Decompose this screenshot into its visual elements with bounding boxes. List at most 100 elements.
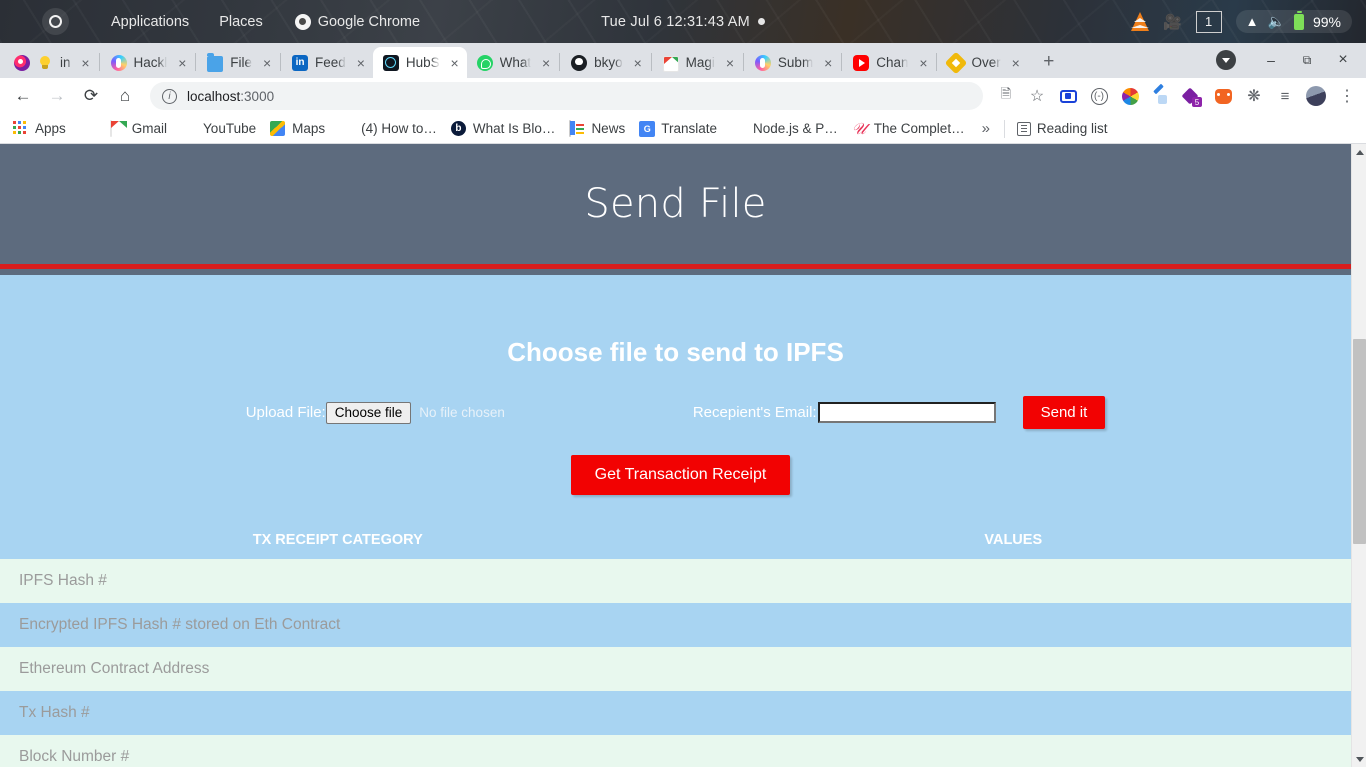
browser-tab[interactable]: Hackl ×	[101, 47, 195, 78]
browser-tab[interactable]: File ×	[197, 47, 279, 78]
bookmark-item[interactable]	[73, 117, 103, 141]
purple-diamond-icon[interactable]	[1181, 85, 1203, 107]
no-file-chosen-text: No file chosen	[419, 405, 505, 420]
vlc-cone-icon[interactable]	[1130, 12, 1149, 31]
screencast-camera-icon[interactable]: 🎥	[1163, 13, 1182, 31]
bookmark-label: What Is Blo…	[472, 120, 556, 136]
new-tab-button[interactable]: +	[1035, 48, 1063, 76]
reload-icon[interactable]: ⟳	[76, 81, 106, 111]
bookmark-item[interactable]: (4) How to…	[332, 117, 444, 141]
tx-category-cell: Ethereum Contract Address	[19, 660, 210, 677]
tab-close-icon[interactable]: ×	[914, 54, 932, 72]
puzzle-extensions-icon[interactable]: ❋	[1243, 85, 1265, 107]
tab-close-icon[interactable]: ×	[819, 54, 837, 72]
os-top-bar: Applications Places Google Chrome Tue Ju…	[0, 0, 1366, 43]
file-input-control[interactable]: Choose file No file chosen	[325, 401, 505, 424]
tab-close-icon[interactable]: ×	[352, 54, 370, 72]
page-title: Send File	[584, 181, 767, 227]
tab-separator	[559, 53, 561, 71]
star-icon[interactable]: ☆	[1026, 85, 1048, 107]
tab-close-icon[interactable]: ×	[1007, 54, 1025, 72]
bookmark-item[interactable]: 𝒰 The Complet…	[845, 117, 972, 141]
recipient-email-input[interactable]	[817, 402, 996, 423]
tab-close-icon[interactable]: ×	[446, 54, 464, 72]
close-window-button[interactable]: ×	[1326, 46, 1360, 74]
media-list-icon[interactable]: ≡	[1274, 85, 1296, 107]
tab-close-icon[interactable]: ×	[629, 54, 647, 72]
status-menu[interactable]: ▲ 🔈 99%	[1235, 10, 1352, 33]
address-bar[interactable]: i localhost:3000	[150, 82, 983, 110]
bookmark-item[interactable]: Apps	[6, 117, 73, 141]
tx-value-cell	[676, 603, 1352, 647]
bookmark-item[interactable]: News	[562, 117, 632, 141]
download-chip-icon[interactable]	[1216, 50, 1236, 70]
avatar[interactable]	[1305, 85, 1327, 107]
tab-separator	[742, 53, 744, 71]
gmail-icon	[662, 55, 679, 72]
browser-tab[interactable]: in ×	[4, 47, 98, 78]
three-dot-menu-icon[interactable]: ⋮	[1336, 85, 1358, 107]
bookmark-label: YouTube	[203, 120, 257, 136]
back-arrow-icon[interactable]: ←	[8, 81, 38, 111]
tx-category-cell: IPFS Hash #	[19, 572, 107, 589]
bookmark-item[interactable]: Maps	[263, 117, 332, 141]
tab-title: Hackl	[133, 55, 168, 70]
bookmark-label: Node.js & P…	[752, 120, 838, 136]
translate-icon[interactable]: 🗎	[995, 85, 1017, 107]
metamask-fox-icon[interactable]	[1212, 85, 1234, 107]
browser-tab[interactable]: HubS ×	[372, 47, 467, 78]
bookmark-item[interactable]: YouTube	[174, 117, 263, 141]
tab-separator	[280, 53, 282, 71]
reading-list-button[interactable]: Reading list	[1009, 121, 1116, 136]
maximize-button[interactable]: ⧉	[1290, 46, 1324, 74]
bookmark-item[interactable]: b What Is Blo…	[444, 117, 563, 141]
tab-close-icon[interactable]: ×	[537, 54, 555, 72]
udemy-icon: 𝒰	[851, 120, 867, 138]
send-it-button[interactable]: Send it	[1022, 396, 1106, 429]
bookmark-item[interactable]: Node.js & P…	[724, 117, 845, 141]
tab-separator	[936, 53, 938, 71]
browser-tab[interactable]: bkyo ×	[561, 47, 650, 78]
hero-banner: Send File	[0, 144, 1351, 269]
forward-arrow-icon[interactable]: →	[42, 81, 72, 111]
browser-tab[interactable]: in Feed ×	[282, 47, 373, 78]
page-scrollbar[interactable]	[1351, 144, 1366, 767]
blue-b-icon: b	[450, 120, 467, 137]
tab-close-icon[interactable]: ×	[77, 54, 95, 72]
browser-tab[interactable]: Chan ×	[843, 47, 935, 78]
screen-recorder-icon[interactable]	[1057, 85, 1079, 107]
bookmarks-divider	[1003, 119, 1005, 138]
bookmarks-overflow-button[interactable]: »	[972, 120, 1000, 137]
reading-list-icon	[1016, 121, 1031, 136]
minimize-button[interactable]: –	[1254, 46, 1288, 74]
parenthesis-icon[interactable]: (-)	[1088, 85, 1110, 107]
tab-close-icon[interactable]: ×	[721, 54, 739, 72]
url-port: :3000	[240, 88, 275, 104]
browser-tab[interactable]: What ×	[467, 47, 559, 78]
bookmark-item[interactable]: Gmail	[103, 117, 174, 141]
workspace-indicator[interactable]: 1	[1195, 10, 1222, 33]
scroll-thumb[interactable]	[1353, 339, 1366, 544]
home-icon[interactable]: ⌂	[110, 81, 140, 111]
battery-icon	[1293, 11, 1304, 30]
site-info-icon[interactable]: i	[162, 88, 177, 104]
browser-tab[interactable]: Over ×	[938, 47, 1027, 78]
eyedropper-icon[interactable]	[1150, 85, 1172, 107]
tx-category-cell: Tx Hash #	[19, 704, 90, 721]
hack-icon	[754, 54, 771, 71]
tab-close-icon[interactable]: ×	[173, 54, 191, 72]
github-icon	[571, 54, 588, 71]
browser-tab[interactable]: Subm ×	[745, 47, 840, 78]
bookmark-item[interactable]: G Translate	[632, 117, 724, 141]
get-transaction-receipt-button[interactable]: Get Transaction Receipt	[570, 455, 791, 495]
color-wheel-icon[interactable]	[1119, 85, 1141, 107]
choose-file-button[interactable]: Choose file	[325, 401, 412, 424]
table-row: Tx Hash #	[0, 691, 1351, 735]
browser-tab[interactable]: Magi ×	[653, 47, 742, 78]
upload-form-row: Upload File: Choose file No file chosen …	[0, 396, 1351, 429]
window-controls: – ⧉ ×	[1216, 46, 1360, 74]
scroll-up-arrow-icon[interactable]	[1352, 144, 1366, 160]
column-header-category: TX RECEIPT CATEGORY	[252, 532, 423, 548]
tab-close-icon[interactable]: ×	[258, 54, 276, 72]
scroll-down-arrow-icon[interactable]	[1352, 751, 1366, 767]
